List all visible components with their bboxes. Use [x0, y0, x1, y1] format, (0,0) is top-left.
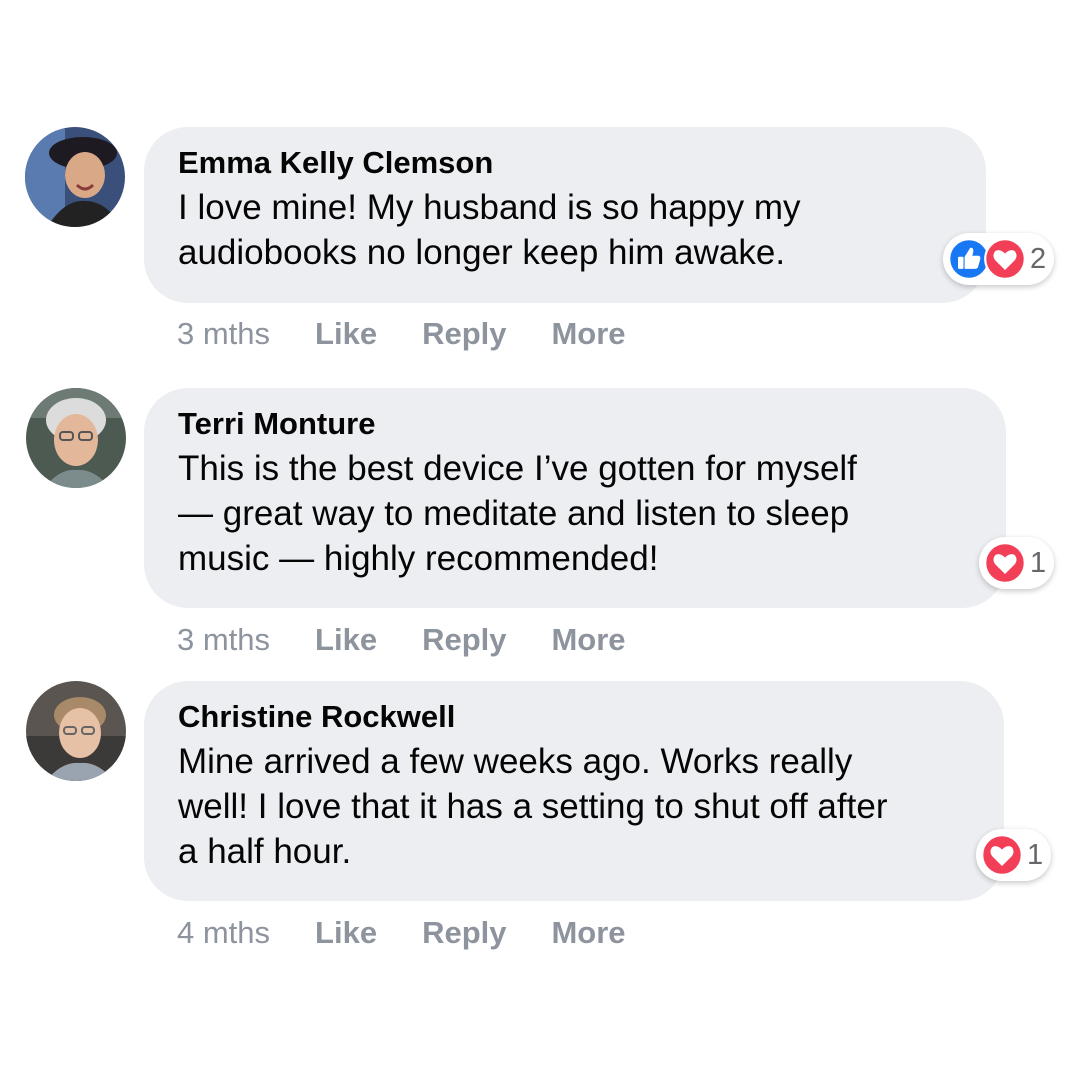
more-button[interactable]: More: [551, 316, 625, 352]
reactions-badge[interactable]: 1: [979, 537, 1055, 589]
comment-text-line: well! I love that it has a setting to sh…: [178, 787, 888, 826]
comment-text-line: Mine arrived a few weeks ago. Works real…: [178, 742, 853, 781]
reaction-count: 1: [1030, 546, 1047, 579]
comment-text-line: I love mine! My husband is so happy my: [178, 188, 801, 227]
avatar[interactable]: [25, 127, 125, 227]
more-button[interactable]: More: [551, 622, 625, 658]
reply-button[interactable]: Reply: [422, 316, 506, 352]
comment-author[interactable]: Terri Monture: [178, 406, 974, 442]
comment-text-line: music — highly recommended!: [178, 539, 659, 578]
more-button[interactable]: More: [551, 915, 625, 951]
love-icon: [981, 834, 1023, 876]
comment-bubble: Terri Monture This is the best device I’…: [144, 388, 1006, 608]
comment-bubble: Emma Kelly Clemson I love mine! My husba…: [144, 127, 986, 303]
comment-text-line: a half hour.: [178, 832, 352, 871]
comment-text-line: This is the best device I’ve gotten for …: [178, 449, 857, 488]
comment-text: Mine arrived a few weeks ago. Works real…: [178, 739, 972, 874]
comment-text: This is the best device I’ve gotten for …: [178, 446, 974, 581]
love-icon: [984, 238, 1026, 280]
reaction-count: 2: [1030, 242, 1047, 275]
comment-text-line: audiobooks no longer keep him awake.: [178, 233, 786, 272]
comment-timestamp[interactable]: 3 mths: [177, 316, 270, 352]
avatar[interactable]: [26, 388, 126, 488]
comment-text: I love mine! My husband is so happy my a…: [178, 185, 954, 275]
reaction-count: 1: [1027, 838, 1044, 871]
reactions-badge[interactable]: 1: [976, 829, 1052, 881]
like-button[interactable]: Like: [315, 316, 377, 352]
comment-actions: 3 mths Like Reply More: [177, 622, 626, 658]
like-button[interactable]: Like: [315, 915, 377, 951]
comment-author[interactable]: Emma Kelly Clemson: [178, 145, 954, 181]
comment-actions: 4 mths Like Reply More: [177, 915, 626, 951]
comment-bubble: Christine Rockwell Mine arrived a few we…: [144, 681, 1004, 901]
reply-button[interactable]: Reply: [422, 622, 506, 658]
comment-author[interactable]: Christine Rockwell: [178, 699, 972, 735]
comment-text-line: — great way to meditate and listen to sl…: [178, 494, 850, 533]
like-button[interactable]: Like: [315, 622, 377, 658]
comment-timestamp[interactable]: 4 mths: [177, 915, 270, 951]
comment-timestamp[interactable]: 3 mths: [177, 622, 270, 658]
reactions-badge[interactable]: 2: [943, 233, 1055, 285]
comment-actions: 3 mths Like Reply More: [177, 316, 626, 352]
love-icon: [984, 542, 1026, 584]
avatar[interactable]: [26, 681, 126, 781]
reply-button[interactable]: Reply: [422, 915, 506, 951]
